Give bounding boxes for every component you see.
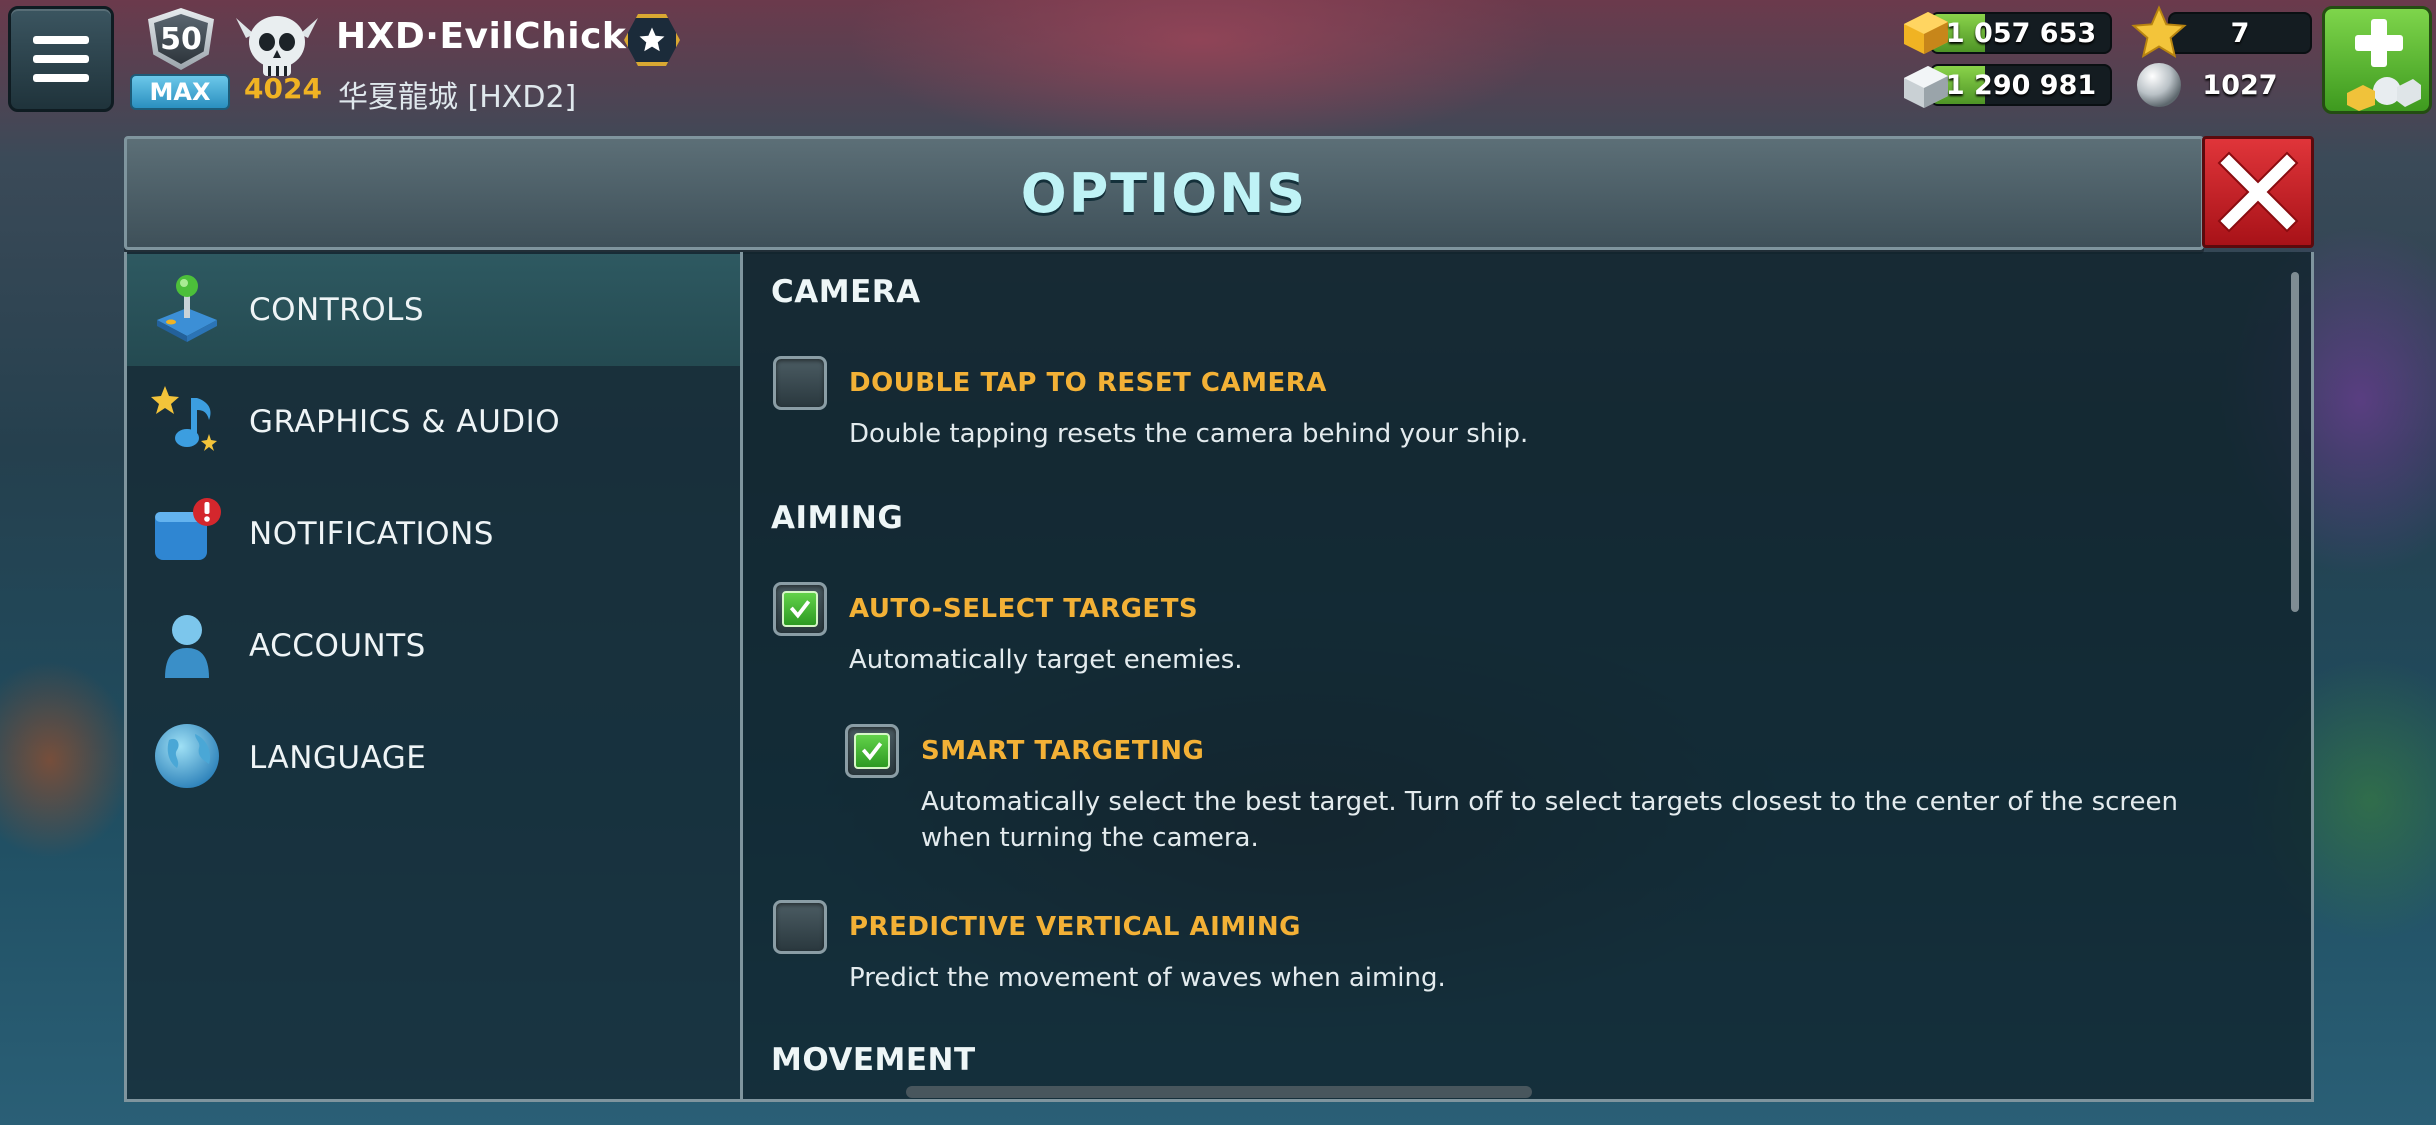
section-title-camera: CAMERA — [771, 274, 921, 310]
notification-icon — [155, 498, 221, 560]
gold-value: 1 057 653 — [1945, 17, 2097, 49]
joystick-icon — [157, 275, 217, 342]
star-icon — [2131, 5, 2187, 58]
player-name[interactable]: HXD·EvilChicken — [336, 16, 676, 57]
smart-targeting-checkbox[interactable] — [845, 724, 899, 778]
silver-resource-bar[interactable]: 1 290 981 — [1930, 64, 2112, 106]
section-title-aiming: AIMING — [771, 500, 904, 536]
rank-shield-icon: 50 — [148, 8, 214, 70]
predictive-vertical-aiming-title: PREDICTIVE VERTICAL AIMING — [849, 912, 1301, 942]
double-tap-reset-desc: Double tapping resets the camera behind … — [849, 419, 1529, 449]
section-title-movement: MOVEMENT — [771, 1042, 976, 1078]
predictive-vertical-aiming-checkbox[interactable] — [773, 900, 827, 954]
hamburger-menu-icon — [33, 36, 89, 82]
sidebar-item-label: GRAPHICS & AUDIO — [249, 404, 561, 440]
sidebar-item-controls[interactable]: CONTROLS — [127, 254, 743, 366]
music-note-icon — [151, 386, 217, 451]
checkmark-icon — [854, 733, 890, 769]
smart-targeting-desc: Automatically select the best target. Tu… — [921, 787, 2179, 853]
main-menu-button[interactable] — [8, 6, 114, 112]
silver-value: 1 290 981 — [1945, 69, 2097, 101]
shop-plus-button[interactable] — [2322, 6, 2432, 114]
stars-resource-bar[interactable]: 7 — [2168, 12, 2312, 54]
sidebar-item-label: CONTROLS — [249, 292, 425, 328]
controls-settings-panel[interactable]: CAMERA DOUBLE TAP TO RESET CAMERA Double… — [740, 252, 2314, 1102]
smart-targeting-title: SMART TARGETING — [921, 736, 1205, 766]
sidebar-item-accounts[interactable]: ACCOUNTS — [127, 590, 743, 702]
resources-pile-icon — [2347, 77, 2421, 111]
pearls-resource-bar[interactable]: 1027 — [2168, 64, 2312, 106]
sidebar-item-label: ACCOUNTS — [249, 628, 426, 664]
gold-resource-bar[interactable]: 1 057 653 — [1930, 12, 2112, 54]
vertical-scrollbar[interactable] — [2291, 272, 2299, 612]
guild-name[interactable]: 华夏龍城 [HXD2] — [338, 72, 576, 116]
account-icon — [165, 615, 209, 678]
double-tap-reset-checkbox[interactable] — [773, 356, 827, 410]
plus-icon — [2355, 19, 2403, 67]
double-tap-reset-title: DOUBLE TAP TO RESET CAMERA — [849, 368, 1327, 398]
checkmark-icon — [782, 591, 818, 627]
options-title-bar: OPTIONS — [124, 136, 2204, 250]
skull-avatar-icon[interactable] — [232, 8, 322, 80]
auto-select-targets-checkbox[interactable] — [773, 582, 827, 636]
pearl-icon — [2137, 63, 2181, 107]
rank-badge[interactable]: 50 MAX — [130, 4, 230, 110]
pearls-value: 1027 — [2202, 69, 2278, 101]
sidebar-item-label: LANGUAGE — [249, 740, 427, 776]
sidebar-item-label: NOTIFICATIONS — [249, 516, 494, 552]
rank-value: 50 — [160, 21, 202, 57]
globe-icon — [155, 724, 219, 788]
stars-value: 7 — [2230, 17, 2250, 49]
player-level-value: 4024 — [244, 72, 322, 105]
max-rank-tag: MAX — [130, 74, 230, 110]
horizontal-scrollbar[interactable] — [906, 1086, 1532, 1098]
sidebar-item-notifications[interactable]: NOTIFICATIONS — [127, 478, 743, 590]
close-button[interactable] — [2202, 136, 2314, 248]
sidebar-item-language[interactable]: LANGUAGE — [127, 702, 743, 814]
options-sidebar: CONTROLS GRAPHICS & AUDIO NOTIFICATIONS … — [124, 252, 743, 1102]
sidebar-item-graphics-audio[interactable]: GRAPHICS & AUDIO — [127, 366, 743, 478]
predictive-vertical-aiming-desc: Predict the movement of waves when aimin… — [849, 963, 1446, 993]
auto-select-targets-title: AUTO-SELECT TARGETS — [849, 594, 1199, 624]
close-icon — [2217, 151, 2299, 233]
auto-select-targets-desc: Automatically target enemies. — [849, 645, 1243, 675]
options-title: OPTIONS — [1020, 161, 1308, 225]
